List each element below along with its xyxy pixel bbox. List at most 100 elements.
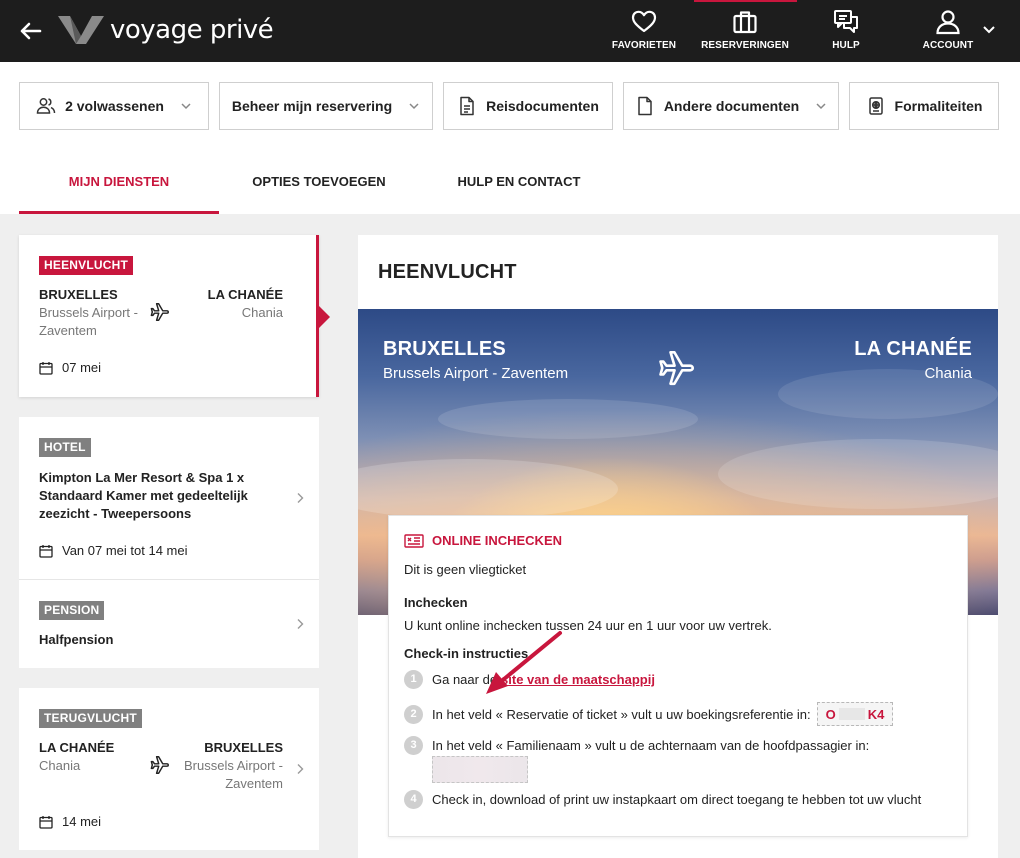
return-date-row: 14 mei bbox=[39, 814, 101, 829]
formalities-label: Formaliteiten bbox=[894, 98, 983, 114]
annotation-arrow-icon bbox=[486, 631, 562, 694]
nav-help[interactable]: HULP bbox=[826, 0, 866, 62]
other-documents-label: Andere documenten bbox=[663, 98, 800, 114]
calendar-icon bbox=[39, 815, 53, 829]
step-number: 3 bbox=[404, 736, 423, 755]
nav-account[interactable]: ACCOUNT bbox=[920, 0, 976, 62]
tab-my-services[interactable]: MIJN DIENSTEN bbox=[19, 172, 219, 214]
outbound-to-airport: Chania bbox=[241, 305, 283, 320]
chevron-right-icon bbox=[297, 764, 304, 774]
outbound-date-row: 07 mei bbox=[39, 360, 101, 375]
passenger-lastname-redacted[interactable] bbox=[432, 756, 528, 783]
return-badge: TERUGVLUCHT bbox=[39, 709, 142, 728]
chevron-right-icon bbox=[297, 493, 304, 503]
page-title: HEENVLUCHT bbox=[378, 261, 517, 283]
plane-icon bbox=[150, 303, 169, 321]
users-icon bbox=[36, 98, 56, 114]
return-from-airport: Chania bbox=[39, 758, 81, 773]
hero-cloud bbox=[358, 459, 618, 519]
outbound-from-city: BRUXELLES bbox=[39, 287, 118, 302]
tab-add-options[interactable]: OPTIES TOEVOEGEN bbox=[219, 172, 419, 214]
outbound-date: 07 mei bbox=[62, 360, 102, 375]
pension-badge: PENSION bbox=[39, 601, 105, 620]
selected-pointer bbox=[319, 306, 330, 328]
nav-reservations-label: RESERVERINGEN bbox=[701, 40, 789, 51]
document-icon bbox=[638, 96, 652, 116]
back-arrow-icon[interactable] bbox=[18, 18, 44, 44]
checkin-step-4: 4 Check in, download of print uw instapk… bbox=[404, 790, 921, 809]
suitcase-icon bbox=[733, 11, 757, 34]
tab-add-options-label: OPTIES TOEVOEGEN bbox=[252, 174, 386, 189]
hero-to-city: LA CHANÉE bbox=[854, 338, 972, 360]
hero-to-airport: Chania bbox=[924, 365, 972, 382]
nav-favorites[interactable]: FAVORIETEN bbox=[611, 0, 677, 62]
nav-help-label: HULP bbox=[832, 40, 860, 51]
accommodation-card: HOTEL Kimpton La Mer Resort & Spa 1 x St… bbox=[19, 417, 319, 668]
chevron-down-icon bbox=[181, 103, 191, 110]
step-text: In het veld « Reservatie of ticket » vul… bbox=[432, 706, 811, 722]
booking-reference-start: O bbox=[825, 706, 836, 722]
return-flight-card[interactable]: TERUGVLUCHT LA CHANÉE Chania BRUXELLES B… bbox=[19, 688, 319, 850]
hero-cloud bbox=[718, 439, 998, 509]
step-text: Check in, download of print uw instapkaa… bbox=[432, 792, 922, 807]
logo-text: voyage privé bbox=[110, 15, 274, 45]
nav-reservations[interactable]: RESERVERINGEN bbox=[700, 0, 790, 62]
chat-icon bbox=[834, 10, 858, 33]
top-navigation-bar: voyage privé FAVORIETEN RESERVERINGEN HU… bbox=[0, 0, 1020, 62]
tab-help-contact-label: HULP EN CONTACT bbox=[457, 174, 581, 189]
return-date: 14 mei bbox=[62, 814, 102, 829]
calendar-icon bbox=[39, 361, 53, 375]
travelers-dropdown[interactable]: 2 volwassenen bbox=[19, 82, 209, 130]
calendar-icon bbox=[39, 544, 53, 558]
checkin-title: ONLINE INCHECKEN bbox=[432, 533, 563, 548]
other-documents-dropdown[interactable]: Andere documenten bbox=[623, 82, 839, 130]
hotel-date: Van 07 mei tot 14 mei bbox=[62, 543, 188, 558]
hotel-name: Kimpton La Mer Resort & Spa 1 x Standaar… bbox=[39, 470, 248, 521]
outbound-to-city: LA CHANÉE bbox=[207, 287, 283, 302]
travel-documents-label: Reisdocumenten bbox=[486, 98, 599, 114]
return-to-airport: Brussels Airport - Zaventem bbox=[184, 758, 283, 791]
step-number: 2 bbox=[404, 704, 423, 724]
outbound-badge: HEENVLUCHT bbox=[39, 256, 134, 275]
plane-icon bbox=[150, 756, 169, 774]
booking-reference[interactable]: O K4 bbox=[816, 702, 894, 726]
hotel-date-row: Van 07 mei tot 14 mei bbox=[39, 543, 188, 558]
checkin-step-2: 2 In het veld « Reservatie of ticket » v… bbox=[404, 702, 894, 726]
step-text: In het veld « Familienaam » vult u de ac… bbox=[432, 738, 870, 753]
manage-reservation-label: Beheer mijn reservering bbox=[231, 98, 393, 114]
checkin-window-text: U kunt online inchecken tussen 24 uur en… bbox=[404, 618, 772, 633]
step-number: 4 bbox=[404, 790, 423, 809]
hero-from-airport: Brussels Airport - Zaventem bbox=[383, 365, 569, 382]
checkin-section-title: Inchecken bbox=[404, 595, 468, 610]
tab-help-contact[interactable]: HULP EN CONTACT bbox=[419, 172, 619, 214]
formalities-button[interactable]: Formaliteiten bbox=[849, 82, 999, 130]
travelers-label: 2 volwassenen bbox=[65, 98, 164, 114]
nav-account-label: ACCOUNT bbox=[922, 40, 974, 51]
document-lines-icon bbox=[460, 96, 474, 116]
hotel-item[interactable]: HOTEL Kimpton La Mer Resort & Spa 1 x St… bbox=[19, 417, 319, 579]
passport-icon bbox=[868, 97, 883, 115]
plane-icon bbox=[659, 350, 695, 386]
checkin-heading: ONLINE INCHECKEN bbox=[404, 533, 562, 548]
pension-item[interactable]: PENSION Halfpension bbox=[19, 580, 319, 668]
ticket-icon bbox=[404, 533, 424, 548]
heart-icon bbox=[631, 10, 657, 33]
hero-cloud bbox=[438, 399, 698, 439]
nav-favorites-label: FAVORIETEN bbox=[611, 40, 677, 51]
chevron-down-icon bbox=[409, 103, 419, 110]
travel-documents-button[interactable]: Reisdocumenten bbox=[443, 82, 613, 130]
chevron-down-icon bbox=[816, 103, 826, 110]
booking-reference-end: K4 bbox=[867, 706, 885, 722]
redacted-block bbox=[838, 708, 865, 720]
checkin-step-3: 3 In het veld « Familienaam » vult u de … bbox=[404, 736, 869, 755]
reservation-action-bar: 2 volwassenen Beheer mijn reservering Re… bbox=[0, 62, 1020, 214]
hero-from-city: BRUXELLES bbox=[383, 338, 506, 360]
chevron-down-icon[interactable] bbox=[982, 22, 996, 36]
manage-reservation-dropdown[interactable]: Beheer mijn reservering bbox=[219, 82, 433, 130]
logo-mark-icon bbox=[58, 16, 104, 44]
voyage-prive-logo[interactable]: voyage privé bbox=[58, 14, 274, 46]
outbound-flight-card[interactable]: HEENVLUCHT BRUXELLES Brussels Airport - … bbox=[19, 235, 319, 397]
chevron-right-icon bbox=[297, 619, 304, 629]
user-icon bbox=[936, 10, 960, 35]
checkin-note: Dit is geen vliegticket bbox=[404, 562, 527, 577]
